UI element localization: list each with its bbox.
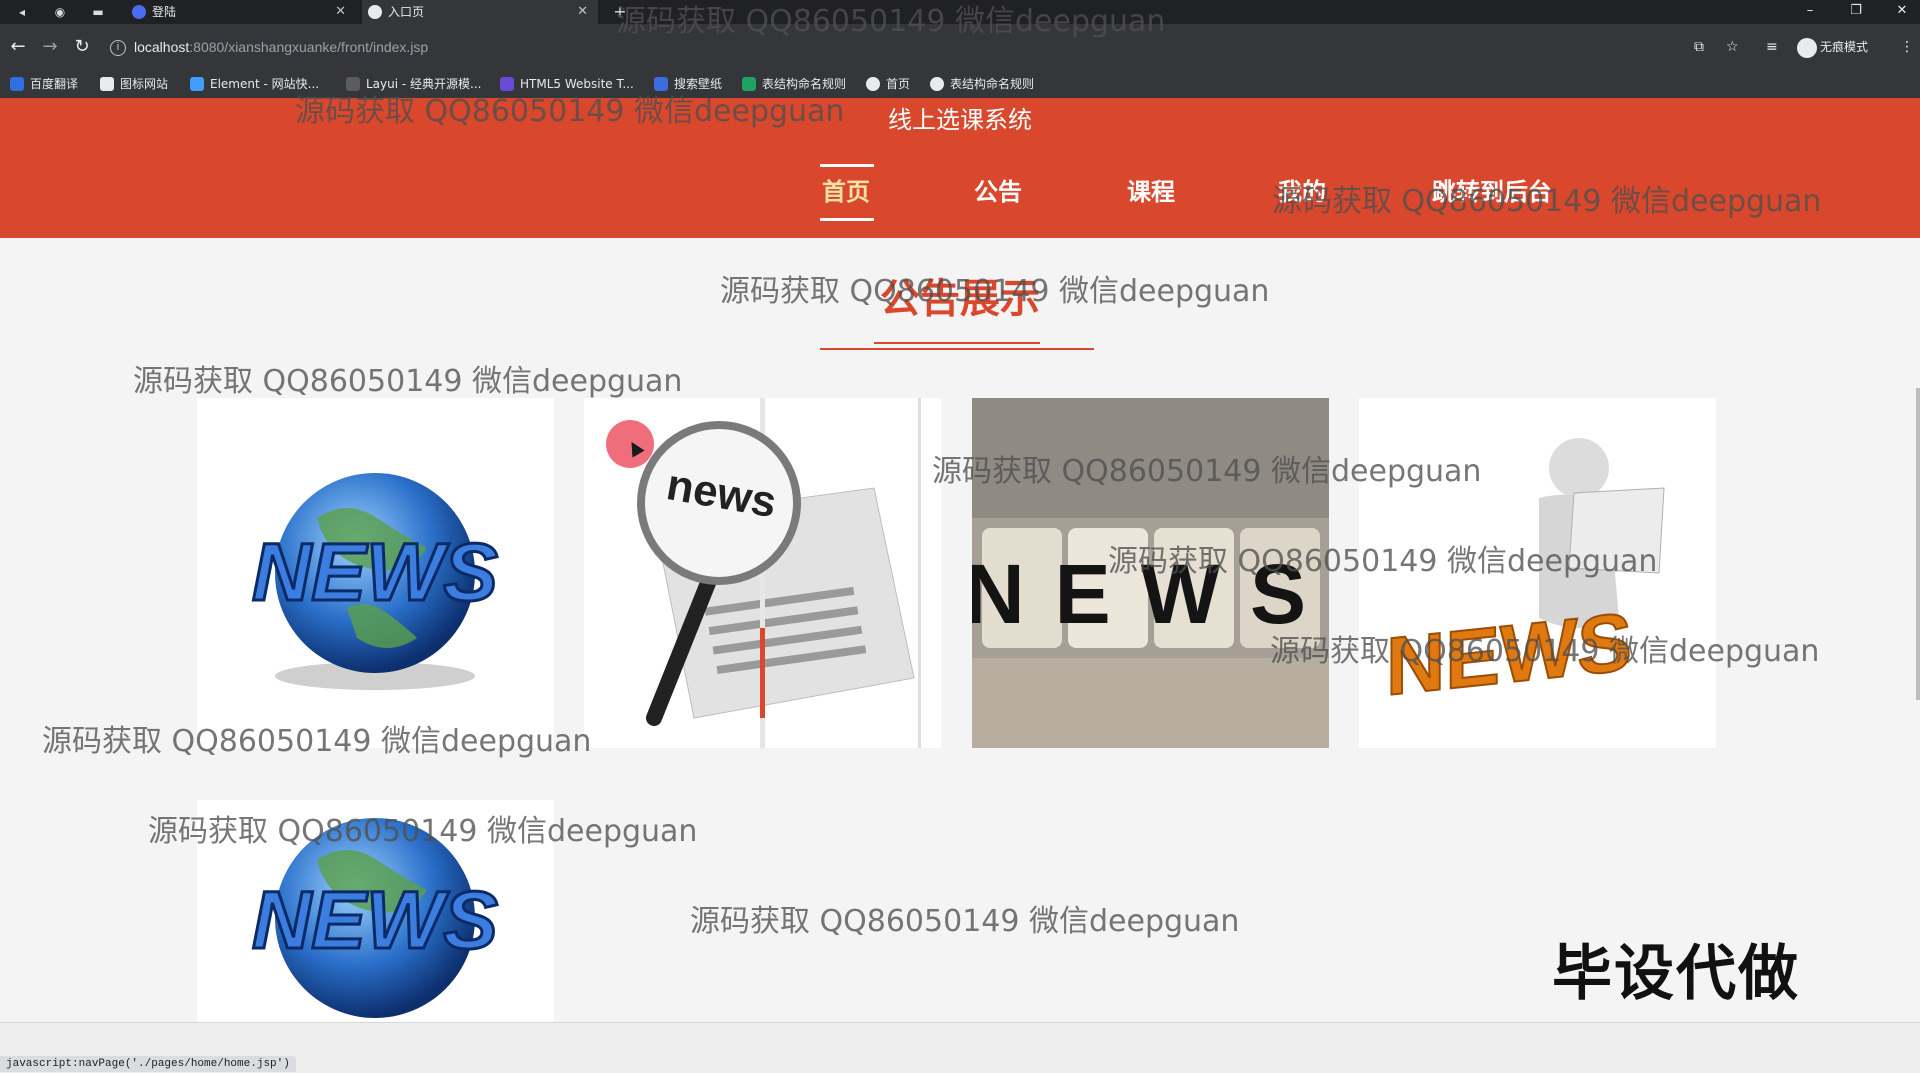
nav-notice[interactable]: 公告 xyxy=(974,176,1022,208)
news-globe-image: NEWS xyxy=(251,473,500,690)
watermark-text: 源码获取 QQ86050149 微信deepguan xyxy=(1270,634,1820,669)
title-rule-short xyxy=(874,342,1040,344)
site-title: 线上选课系统 xyxy=(888,106,1032,134)
globe-icon xyxy=(866,77,880,91)
incognito-label[interactable]: 无痕模式 xyxy=(1820,36,1868,58)
bookmark-item[interactable]: 百度翻译 xyxy=(10,70,78,98)
bookmark-label: HTML5 Website T... xyxy=(520,77,634,91)
corner-promo-text: 毕设代做 xyxy=(1552,939,1800,1009)
bookmark-label: 表结构命名规则 xyxy=(762,77,847,91)
watermark-text: 源码获取 QQ86050149 微信deepguan xyxy=(133,364,683,399)
card-image-text: NEWS xyxy=(252,875,498,966)
watermark-text: 源码获取 QQ86050149 微信deepguan xyxy=(148,814,698,849)
speaker-icon[interactable]: ◂ xyxy=(14,4,30,20)
bookmark-item[interactable]: 首页 xyxy=(866,70,910,98)
tab-title: 登陆 xyxy=(152,5,177,19)
url-host: localhost xyxy=(134,39,190,55)
wallpaper-site-icon xyxy=(654,77,668,91)
reload-icon[interactable]: ↻ xyxy=(70,35,94,59)
restore-window-icon[interactable]: ❐ xyxy=(1841,0,1871,24)
bookmark-label: 表结构命名规则 xyxy=(950,77,1035,91)
watermark-text: 源码获取 QQ86050149 微信deepguan xyxy=(1108,544,1658,579)
back-icon[interactable]: ← xyxy=(6,35,30,59)
watermark-text: 源码获取 QQ86050149 微信deepguan xyxy=(932,454,1482,489)
nav-active-underline xyxy=(820,218,874,221)
watermark-text: 源码获取 QQ86050149 微信deepguan xyxy=(690,904,1240,939)
bookmark-label: 首页 xyxy=(886,77,911,91)
bookmark-star-icon[interactable]: ☆ xyxy=(1726,36,1739,58)
notice-card[interactable]: NEWS xyxy=(197,398,554,748)
globe-icon xyxy=(930,77,944,91)
close-tab-icon[interactable]: ✕ xyxy=(335,0,346,24)
tab-title: 入口页 xyxy=(388,5,425,19)
site-favicon-icon xyxy=(132,5,146,19)
incognito-icon[interactable] xyxy=(1797,38,1817,58)
watermark-text: 源码获取 QQ86050149 微信deepguan xyxy=(1272,184,1822,219)
close-window-icon[interactable]: ✕ xyxy=(1887,0,1917,24)
bookmark-label: 百度翻译 xyxy=(30,77,79,91)
nav-courses[interactable]: 课程 xyxy=(1127,176,1175,208)
globe-icon xyxy=(368,5,382,19)
bookmark-label: Layui - 经典开源模... xyxy=(366,77,482,91)
bookmark-label: 搜索壁纸 xyxy=(674,77,723,91)
bookmark-label: Element - 网站快... xyxy=(210,77,320,91)
card-image-text: NEWS xyxy=(252,527,498,618)
browser-menu-icon[interactable]: ◉ xyxy=(52,4,68,20)
close-tab-icon[interactable]: ✕ xyxy=(577,0,588,24)
tab-strip-icon[interactable]: ▬ xyxy=(90,4,106,20)
translate-icon[interactable]: ⧉ xyxy=(1694,36,1704,58)
page-scrollbar[interactable] xyxy=(1916,388,1920,700)
html5-logo-icon xyxy=(500,77,514,91)
watermark-text: 源码获取 QQ86050149 微信deepguan xyxy=(42,724,592,759)
nav-active-top-line xyxy=(820,164,874,167)
link-status-bar: javascript:navPage('./pages/home/home.js… xyxy=(0,1056,296,1072)
nav-home[interactable]: 首页 xyxy=(822,176,870,208)
layui-logo-icon xyxy=(346,77,360,91)
title-rule-long xyxy=(820,348,1094,350)
bookmark-icon xyxy=(10,77,24,91)
watermark-text: 源码获取 QQ86050149 微信deepguan xyxy=(295,94,845,129)
forward-icon[interactable]: → xyxy=(38,35,62,59)
bookmark-label: 图标网站 xyxy=(120,77,169,91)
sheet-icon xyxy=(742,77,756,91)
tab-login[interactable]: 登陆 ✕ xyxy=(126,0,356,24)
flag-icon xyxy=(100,77,114,91)
reading-list-icon[interactable]: ≡ xyxy=(1766,36,1778,58)
bookmark-item[interactable]: 图标网站 xyxy=(100,70,168,98)
more-menu-icon[interactable]: ⋮ xyxy=(1900,36,1914,58)
url-path: :8080/xianshangxuanke/front/index.jsp xyxy=(189,39,429,55)
bookmarks-bar: 百度翻译 图标网站 Element - 网站快... Layui - 经典开源模… xyxy=(0,70,1920,99)
watermark-text: 源码获取 QQ86050149 微信deepguan xyxy=(616,4,1166,39)
bookmark-item[interactable]: 表结构命名规则 xyxy=(930,70,1034,98)
watermark-text: 源码获取 QQ86050149 微信deepguan xyxy=(720,274,1270,309)
minimize-window-icon[interactable]: – xyxy=(1795,0,1825,24)
tab-entry[interactable]: 入口页 ✕ xyxy=(362,0,598,24)
element-logo-icon xyxy=(190,77,204,91)
site-info-icon[interactable]: i xyxy=(110,40,126,57)
